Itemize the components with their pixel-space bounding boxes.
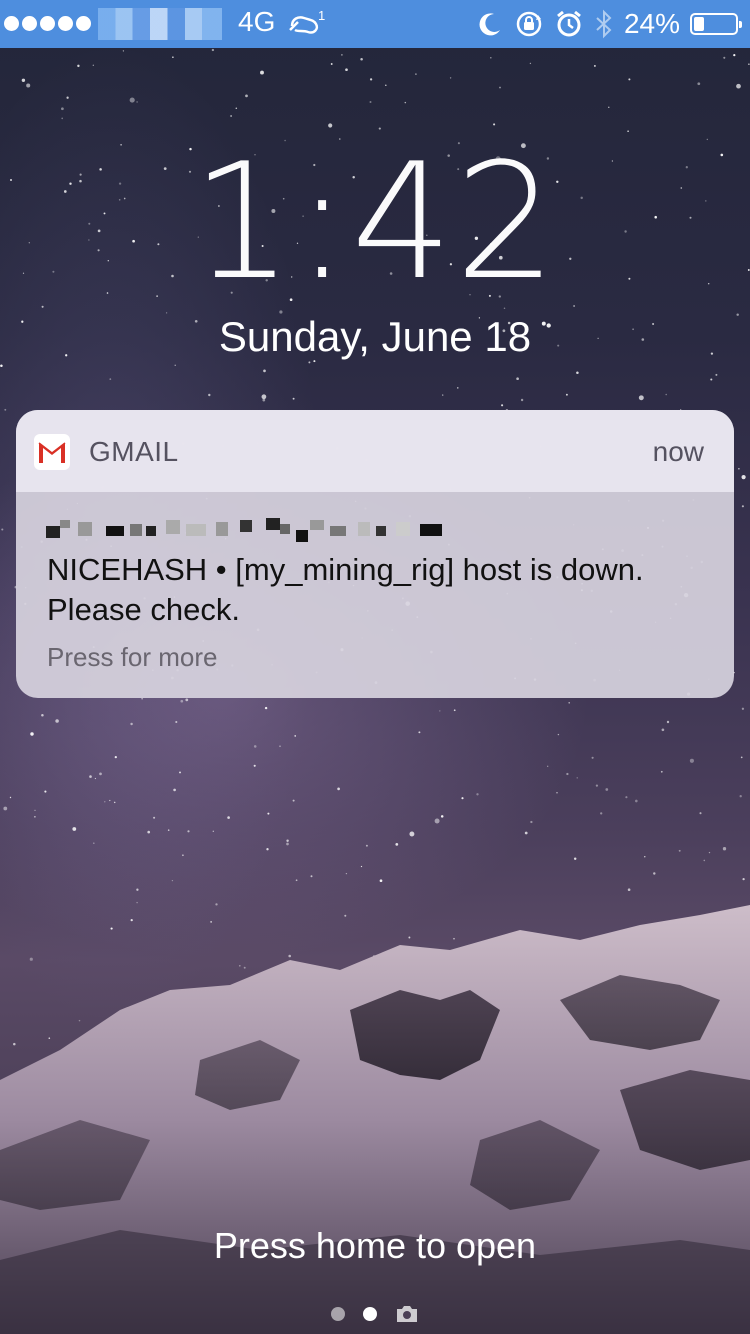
carrier-name-redacted	[98, 8, 222, 40]
notification-header: GMAIL now	[16, 410, 734, 492]
status-right-group: 24%	[476, 0, 742, 48]
bluetooth-icon	[596, 9, 612, 39]
page-dot-icon[interactable]	[363, 1307, 377, 1321]
notification-time: now	[652, 436, 704, 467]
battery-level-fill	[694, 17, 704, 31]
alarm-icon	[557, 10, 581, 37]
page-dot-icon[interactable]	[331, 1307, 345, 1321]
moon-icon	[479, 13, 500, 36]
lock-screen: 4G 1 24% 1:42 Sunday, June 18 GMAIL now …	[0, 0, 750, 1334]
gmail-icon	[34, 434, 70, 470]
lock-screen-date: Sunday, June 18	[218, 313, 532, 360]
page-indicator	[0, 1304, 750, 1324]
sender-redacted	[46, 518, 442, 542]
notification-body: NICEHASH • [my_mining_rig] host is down.…	[47, 552, 644, 627]
press-for-more: Press for more	[47, 642, 218, 672]
notification-app-name: GMAIL	[89, 436, 179, 467]
gmail-notification[interactable]: GMAIL now NICEHASH • [my_mining_rig] hos…	[16, 410, 734, 698]
rotation-lock-icon	[516, 11, 542, 37]
cellular-data-icon: 1	[286, 8, 326, 40]
unlock-hint: Press home to open	[213, 1225, 537, 1266]
camera-icon[interactable]	[395, 1304, 419, 1324]
data-badge: 1	[318, 8, 325, 23]
network-type: 4G	[238, 6, 276, 37]
status-bar: 4G 1 24%	[0, 0, 750, 48]
signal-dots-icon	[4, 16, 91, 31]
battery-percent: 24%	[623, 8, 680, 39]
lock-screen-time: 1:42	[191, 128, 559, 315]
battery-icon	[690, 13, 742, 35]
